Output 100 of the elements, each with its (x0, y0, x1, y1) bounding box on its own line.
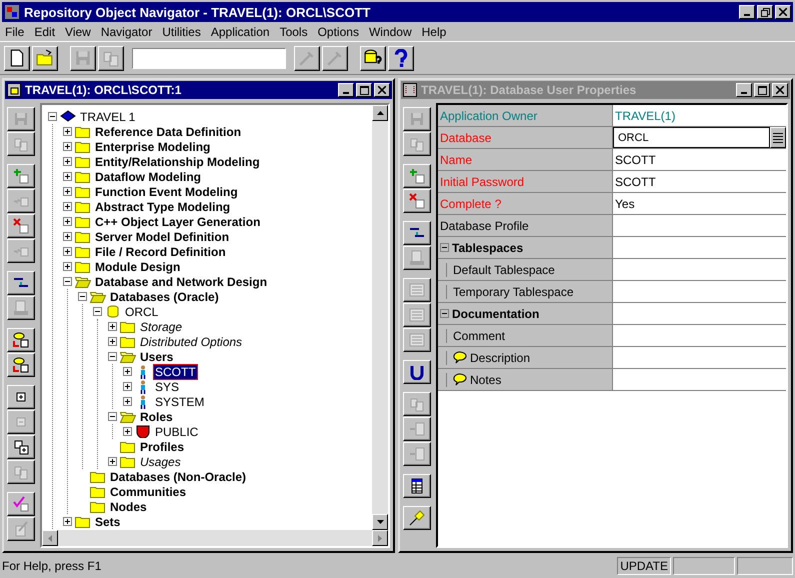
collapse-icon[interactable] (93, 307, 102, 316)
toolbar-button[interactable] (7, 492, 35, 516)
collapse-icon[interactable] (108, 352, 117, 361)
scroll-up-button[interactable] (372, 105, 388, 121)
tree-item[interactable]: Databases (Oracle) (109, 290, 220, 304)
collapse-icon[interactable] (48, 112, 57, 121)
toolbar-button[interactable] (7, 164, 35, 188)
tree-item[interactable]: SYS (154, 380, 180, 394)
tree-item[interactable]: Dataflow Modeling (94, 170, 202, 184)
tree-item[interactable]: Nodes (109, 500, 148, 514)
menu-item[interactable]: Navigator (96, 24, 158, 38)
maximize-button[interactable] (754, 83, 770, 97)
expand-icon[interactable] (63, 262, 72, 271)
tree-item[interactable]: C++ Object Layer Generation (94, 214, 262, 228)
tree-item[interactable]: Storage (139, 320, 184, 334)
toolbar-button[interactable] (7, 435, 35, 459)
close-button[interactable] (772, 83, 788, 97)
collapse-icon[interactable] (78, 292, 87, 301)
expand-icon[interactable] (63, 172, 72, 181)
toolbar-button[interactable] (403, 474, 431, 498)
tree-item[interactable]: File / Record Definition (94, 244, 227, 258)
tree-item[interactable]: TRAVEL 1 (79, 110, 136, 124)
scroll-down-button[interactable] (372, 514, 388, 530)
tree-item[interactable]: Server Model Definition (94, 230, 230, 244)
expand-icon[interactable] (108, 337, 117, 346)
tree-item[interactable]: Module Design (94, 260, 182, 274)
collapse-icon[interactable] (108, 412, 117, 421)
toolbar-button[interactable] (7, 385, 35, 409)
toolbar-button[interactable] (7, 214, 35, 238)
toolbar-button[interactable] (360, 46, 386, 70)
toolbar-button[interactable] (7, 328, 35, 352)
expand-icon[interactable] (63, 187, 72, 196)
horizontal-scrollbar[interactable] (42, 530, 388, 546)
collapse-icon[interactable] (440, 309, 449, 318)
property-value[interactable]: Yes (615, 196, 635, 210)
minimize-button[interactable] (338, 83, 354, 97)
toolbar-field[interactable] (132, 48, 286, 68)
tree-item[interactable]: Profiles (139, 440, 186, 454)
menu-item[interactable]: View (60, 24, 96, 38)
toolbar-button[interactable] (403, 164, 431, 188)
tree-item[interactable]: Reference Data Definition (94, 124, 242, 138)
expand-icon[interactable] (108, 457, 117, 466)
expand-icon[interactable] (123, 397, 132, 406)
expand-icon[interactable] (63, 247, 72, 256)
property-value[interactable]: SCOTT (615, 174, 656, 188)
menu-item[interactable]: Tools (274, 24, 313, 38)
expand-icon[interactable] (63, 127, 72, 136)
restore-button[interactable] (757, 5, 773, 19)
tree-item[interactable]: Function Event Modeling (94, 184, 239, 198)
collapse-icon[interactable] (63, 277, 72, 286)
expand-icon[interactable] (63, 232, 72, 241)
menu-item[interactable]: Help (416, 24, 452, 38)
tree-item[interactable]: Roles (139, 410, 174, 424)
toolbar-button[interactable] (388, 46, 414, 70)
tree-item[interactable]: Communities (109, 484, 188, 498)
database-field[interactable]: ORCL (613, 127, 770, 148)
tree-item[interactable]: Database and Network Design (94, 274, 268, 288)
toolbar-button[interactable] (7, 271, 35, 295)
expand-icon[interactable] (123, 382, 132, 391)
toolbar-button[interactable] (403, 221, 431, 245)
toolbar-button[interactable] (7, 353, 35, 377)
expand-icon[interactable] (123, 427, 132, 436)
collapse-icon[interactable] (440, 243, 449, 252)
toolbar-button[interactable] (403, 360, 431, 384)
expand-icon[interactable] (63, 202, 72, 211)
tree-item[interactable]: Enterprise Modeling (94, 140, 212, 154)
tree-item[interactable]: Distributed Options (139, 334, 244, 348)
close-button[interactable] (374, 83, 390, 97)
scroll-right-button[interactable] (372, 530, 388, 546)
menu-item[interactable]: Edit (29, 24, 60, 38)
property-value[interactable]: TRAVEL(1) (615, 108, 676, 122)
scroll-left-button[interactable] (42, 530, 58, 546)
tree-item[interactable]: PUBLIC (154, 424, 200, 438)
maximize-button[interactable] (356, 83, 372, 97)
minimize-button[interactable] (736, 83, 752, 97)
expand-icon[interactable] (63, 142, 72, 151)
minimize-button[interactable] (739, 5, 755, 19)
list-button[interactable] (770, 127, 786, 148)
toolbar-button[interactable] (32, 46, 58, 70)
property-value[interactable]: SCOTT (615, 152, 656, 166)
menu-item[interactable]: Application (206, 24, 275, 38)
menu-item[interactable]: Options (312, 24, 364, 38)
expand-icon[interactable] (63, 517, 72, 526)
toolbar-button[interactable] (4, 46, 30, 70)
expand-icon[interactable] (108, 322, 117, 331)
close-button[interactable] (775, 5, 791, 19)
tree-item[interactable]: SCOTT (154, 364, 197, 378)
tree-item[interactable]: ORCL (124, 304, 160, 318)
menu-item[interactable]: Utilities (157, 24, 206, 38)
tree-item[interactable]: Sets (94, 514, 122, 528)
tree-item[interactable]: Entity/Relationship Modeling (94, 154, 261, 168)
tree-item[interactable]: SYSTEM (154, 394, 206, 408)
vertical-scrollbar[interactable] (372, 105, 388, 530)
expand-icon[interactable] (63, 217, 72, 226)
toolbar-button[interactable] (403, 189, 431, 213)
expand-icon[interactable] (123, 367, 132, 376)
tree-item[interactable]: Users (139, 350, 174, 364)
tree-item[interactable]: Usages (139, 454, 182, 468)
expand-icon[interactable] (63, 157, 72, 166)
menu-item[interactable]: Window (364, 24, 417, 38)
